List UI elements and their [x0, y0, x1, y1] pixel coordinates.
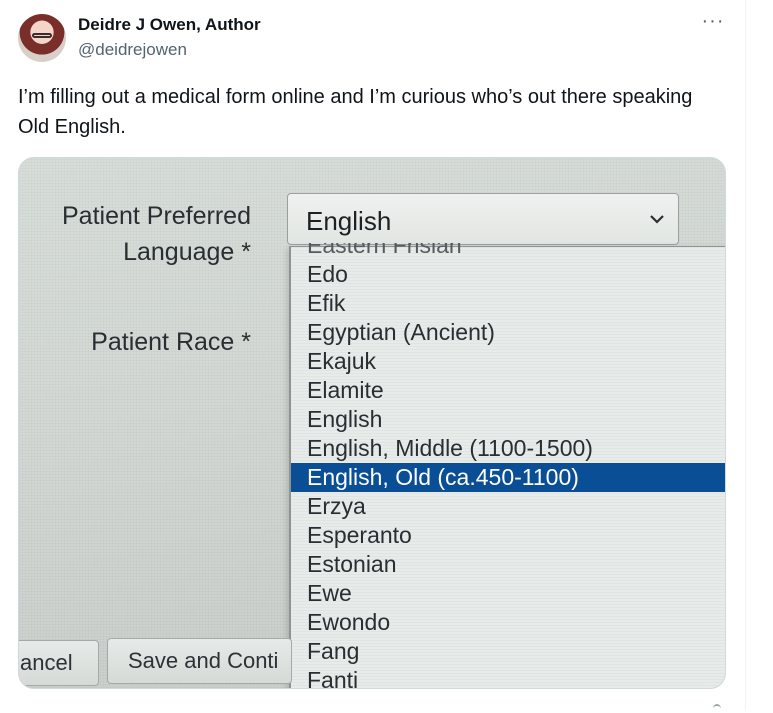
dropdown-option: Estonian: [307, 551, 397, 577]
author-name[interactable]: Deidre J Owen, Author: [78, 15, 261, 35]
language-dropdown-list: Eastern Frisian Edo Efik Egyptian (Ancient)…: [289, 243, 725, 689]
dropdown-option: Esperanto: [307, 522, 412, 548]
save-and-continue-button: Save and Conti: [107, 638, 292, 684]
language-select: English: [287, 193, 679, 245]
dropdown-option: English: [307, 406, 383, 432]
dropdown-option: Fanti: [307, 667, 359, 689]
chevron-down-icon: [650, 215, 664, 224]
cancel-button: ancel: [19, 640, 99, 686]
language-label-line2: Language *: [123, 238, 251, 266]
tweet-text: I’m filling out a medical form online an…: [18, 86, 693, 138]
dropdown-option: Efik: [307, 290, 346, 316]
scroll-indicator: [713, 704, 721, 713]
dropdown-option: Fang: [307, 638, 360, 664]
tweet-photo[interactable]: Patient Preferred Language * Patient Rac…: [18, 157, 726, 689]
more-icon[interactable]: ···: [696, 11, 730, 39]
dropdown-option: Edo: [307, 261, 348, 287]
dropdown-option: English, Old (ca.450-1100): [291, 463, 725, 492]
dropdown-option: Erzya: [307, 493, 366, 519]
dropdown-option: Elamite: [307, 377, 384, 403]
race-label: Patient Race *: [91, 328, 251, 356]
dropdown-option: Ewondo: [307, 609, 391, 635]
avatar[interactable]: [18, 14, 66, 62]
select-value: English: [306, 206, 392, 236]
author-handle[interactable]: @deidrejowen: [78, 40, 187, 60]
dropdown-option: Ewe: [307, 580, 352, 606]
timeline-divider: [745, 0, 746, 711]
language-label-line1: Patient Preferred: [62, 202, 251, 230]
dropdown-option: Ekajuk: [307, 348, 377, 374]
dropdown-option: Egyptian (Ancient): [307, 319, 495, 345]
dropdown-option: English, Middle (1100-1500): [307, 435, 593, 461]
